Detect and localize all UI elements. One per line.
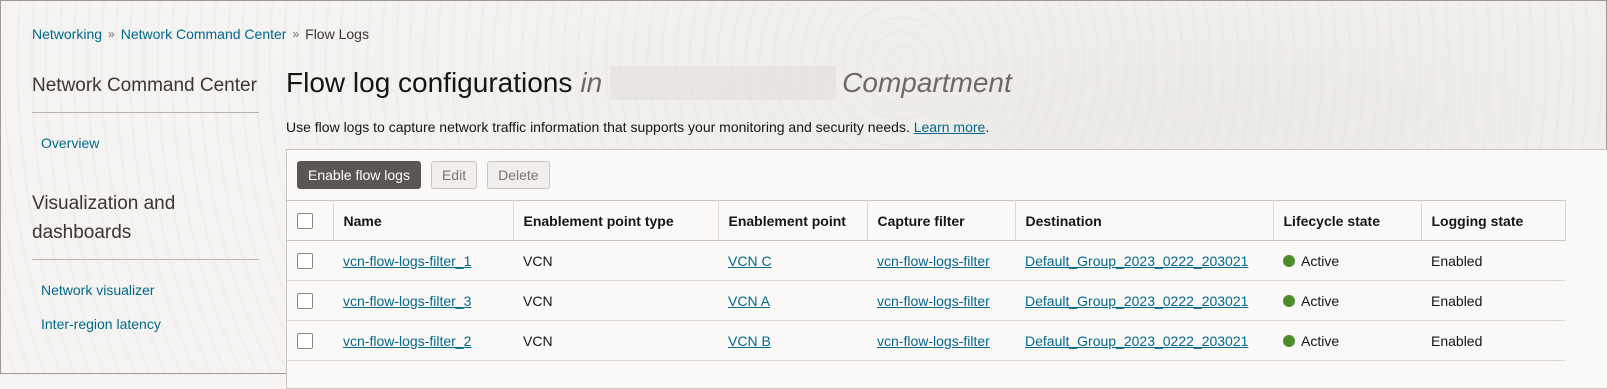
capture-filter-link[interactable]: vcn-flow-logs-filter (877, 253, 990, 269)
row-select-cell (287, 320, 333, 361)
row-checkbox[interactable] (297, 293, 313, 310)
enable-flow-logs-button[interactable]: Enable flow logs (297, 161, 421, 189)
page-description: Use flow logs to capture network traffic… (286, 119, 1606, 135)
column-header-name[interactable]: Name (333, 200, 514, 241)
lifecycle-state: Active (1301, 292, 1340, 309)
lifecycle-state-cell: Active (1273, 240, 1421, 281)
flow-log-name-link[interactable]: vcn-flow-logs-filter_2 (343, 333, 471, 349)
logging-state: Enabled (1421, 280, 1565, 321)
column-header-logging-state[interactable]: Logging state (1421, 200, 1566, 241)
lifecycle-state-cell: Active (1273, 280, 1421, 321)
sidebar-item-inter-region-latency[interactable]: Inter-region latency (32, 316, 259, 332)
breadcrumb-network-command-center[interactable]: Network Command Center (121, 26, 287, 42)
page-title-compartment: Compartment (842, 67, 1012, 98)
table-row: vcn-flow-logs-filter_1 VCN VCN C vcn-flo… (287, 240, 1565, 281)
sidebar-heading-visualization: Visualization and dashboards (32, 189, 259, 260)
breadcrumb: Networking » Network Command Center » Fl… (32, 26, 369, 42)
row-checkbox[interactable] (297, 333, 313, 350)
row-checkbox[interactable] (297, 253, 313, 270)
logging-state: Enabled (1421, 320, 1565, 361)
column-header-capture-filter[interactable]: Capture filter (867, 200, 1016, 241)
lifecycle-state: Active (1301, 252, 1340, 269)
edit-button[interactable]: Edit (430, 161, 478, 189)
status-dot-icon (1283, 334, 1295, 347)
table-header-row: Name Enablement point type Enablement po… (287, 200, 1566, 241)
sidebar-heading-network-command-center: Network Command Center (32, 71, 259, 113)
column-header-lifecycle-state[interactable]: Lifecycle state (1273, 200, 1422, 241)
page-title-text: Flow log configurations (286, 67, 573, 98)
row-select-cell (287, 280, 333, 321)
select-all-cell (287, 200, 334, 241)
learn-more-link[interactable]: Learn more (914, 119, 986, 135)
breadcrumb-networking[interactable]: Networking (32, 26, 102, 42)
column-header-enablement-point-type[interactable]: Enablement point type (513, 200, 719, 241)
capture-filter-link[interactable]: vcn-flow-logs-filter (877, 333, 990, 349)
main-content: Flow log configurations in Compartment U… (286, 63, 1607, 389)
flow-log-name-link[interactable]: vcn-flow-logs-filter_1 (343, 253, 471, 269)
description-text: Use flow logs to capture network traffic… (286, 119, 910, 135)
column-header-destination[interactable]: Destination (1015, 200, 1274, 241)
flow-logs-table: Name Enablement point type Enablement po… (287, 200, 1566, 361)
table-toolbar: Enable flow logs Edit Delete (297, 161, 550, 189)
destination-link[interactable]: Default_Group_2023_0222_203021 (1025, 293, 1248, 309)
lifecycle-state-cell: Active (1273, 320, 1421, 361)
capture-filter-link[interactable]: vcn-flow-logs-filter (877, 293, 990, 309)
sidebar-item-overview[interactable]: Overview (32, 135, 259, 151)
description-period: . (985, 119, 990, 135)
page-title-in: in (580, 67, 603, 98)
destination-link[interactable]: Default_Group_2023_0222_203021 (1025, 253, 1248, 269)
select-all-checkbox[interactable] (297, 213, 313, 230)
column-header-enablement-point[interactable]: Enablement point (718, 200, 868, 241)
sidebar-item-network-visualizer[interactable]: Network visualizer (32, 282, 259, 298)
enablement-point-type: VCN (513, 280, 718, 321)
table-row: vcn-flow-logs-filter_3 VCN VCN A vcn-flo… (287, 280, 1565, 321)
status-dot-icon (1283, 294, 1295, 307)
lifecycle-state: Active (1301, 332, 1340, 349)
compartment-name-redacted (610, 66, 837, 100)
page-title: Flow log configurations in Compartment (286, 63, 1606, 103)
sidebar: Network Command Center Overview Visualiz… (32, 71, 259, 332)
enablement-point-link[interactable]: VCN C (728, 253, 772, 269)
destination-link[interactable]: Default_Group_2023_0222_203021 (1025, 333, 1248, 349)
double-chevron-right-icon: » (292, 27, 300, 41)
flow-log-name-link[interactable]: vcn-flow-logs-filter_3 (343, 293, 471, 309)
enablement-point-link[interactable]: VCN A (728, 293, 770, 309)
delete-button[interactable]: Delete (487, 161, 550, 189)
double-chevron-right-icon: » (108, 27, 115, 41)
flow-logs-table-panel: Enable flow logs Edit Delete Name Enable… (286, 149, 1607, 389)
table-row: vcn-flow-logs-filter_2 VCN VCN B vcn-flo… (287, 320, 1565, 361)
row-select-cell (287, 240, 333, 281)
enablement-point-type: VCN (513, 320, 718, 361)
breadcrumb-current: Flow Logs (305, 26, 369, 42)
logging-state: Enabled (1421, 240, 1565, 281)
status-dot-icon (1283, 254, 1295, 267)
enablement-point-link[interactable]: VCN B (728, 333, 771, 349)
enablement-point-type: VCN (513, 240, 718, 281)
